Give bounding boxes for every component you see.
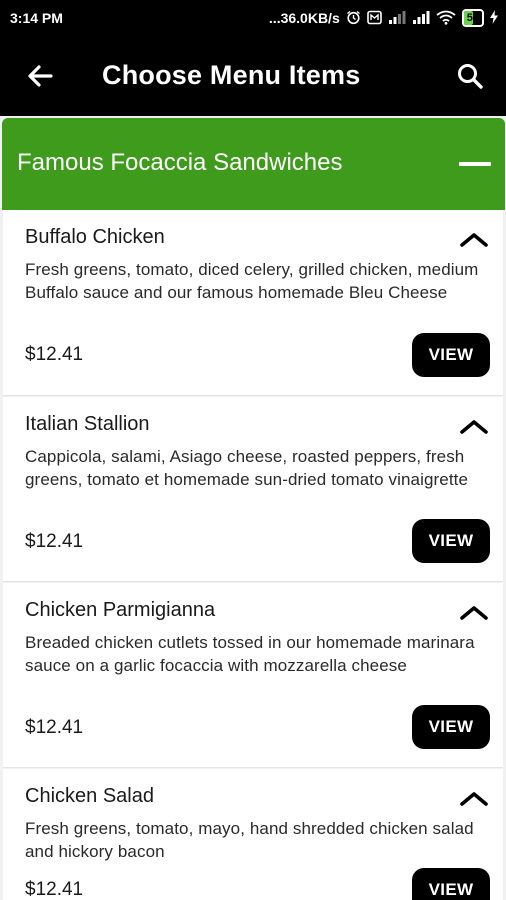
chevron-up-icon[interactable] xyxy=(459,789,489,807)
chevron-up-icon[interactable] xyxy=(459,417,489,435)
page-title: Choose Menu Items xyxy=(102,60,361,90)
back-button[interactable] xyxy=(22,58,58,94)
signal-icon xyxy=(412,10,430,27)
app-bar: Choose Menu Items xyxy=(0,36,506,116)
item-name: Italian Stallion xyxy=(25,413,150,435)
view-button[interactable]: VIEW xyxy=(412,333,490,377)
status-time: 3:14 PM xyxy=(10,10,63,26)
arrow-left-icon xyxy=(28,65,53,87)
item-description: Breaded chicken cutlets tossed in our ho… xyxy=(25,633,475,675)
wifi-icon xyxy=(436,10,456,27)
chevron-up-icon[interactable] xyxy=(459,603,489,621)
item-price: $12.41 xyxy=(25,717,84,738)
view-button[interactable]: VIEW xyxy=(412,705,490,749)
menu-item-card: Buffalo Chicken Fresh greens, tomato, di… xyxy=(3,210,503,396)
data-saver-icon xyxy=(366,10,382,27)
alarm-icon xyxy=(346,10,361,27)
network-speed: ...36.0KB/s xyxy=(268,10,340,26)
menu-item-card: Chicken Salad Fresh greens, tomato, mayo… xyxy=(3,769,503,900)
battery-icon: 50 xyxy=(461,9,484,27)
item-name: Chicken Salad xyxy=(25,785,154,807)
item-price: $12.41 xyxy=(25,531,84,552)
item-description: Fresh greens, tomato, mayo, hand shredde… xyxy=(25,819,474,861)
category-title: Famous Focaccia Sandwiches xyxy=(17,149,343,176)
battery-level: 50 xyxy=(466,12,479,24)
item-name: Buffalo Chicken xyxy=(25,226,165,248)
menu-item-card: Chicken Parmigianna Breaded chicken cutl… xyxy=(3,583,503,768)
view-button[interactable]: VIEW xyxy=(412,519,490,563)
search-icon xyxy=(458,64,483,89)
item-description: Cappicola, salami, Asiago cheese, roaste… xyxy=(25,447,469,489)
item-price: $12.41 xyxy=(25,879,84,900)
menu-screen: 3:14 PM ...36.0KB/s 50 Choose Menu Items… xyxy=(0,0,506,900)
signal-icon xyxy=(388,10,406,27)
search-button[interactable] xyxy=(452,58,488,94)
menu-item-card: Italian Stallion Cappicola, salami, Asia… xyxy=(3,397,503,582)
view-button[interactable]: VIEW xyxy=(412,868,490,900)
chevron-up-icon[interactable] xyxy=(459,230,489,248)
item-description: Fresh greens, tomato, diced celery, gril… xyxy=(25,260,479,302)
category-header[interactable]: Famous Focaccia Sandwiches xyxy=(2,118,505,210)
status-bar: 3:14 PM ...36.0KB/s 50 xyxy=(0,0,506,36)
item-name: Chicken Parmigianna xyxy=(25,599,216,621)
collapse-minus-icon[interactable] xyxy=(459,162,491,166)
charging-icon xyxy=(490,10,498,26)
item-price: $12.41 xyxy=(25,344,84,365)
status-icons: ...36.0KB/s 50 xyxy=(269,9,498,27)
